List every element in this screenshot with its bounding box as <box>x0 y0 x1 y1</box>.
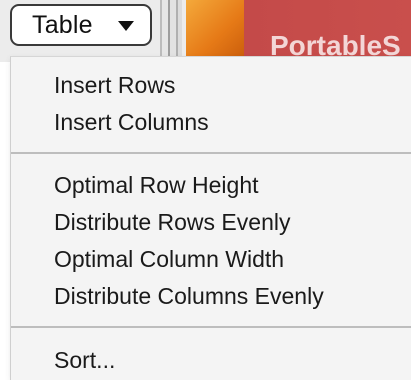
color-swatch-icon <box>186 0 244 56</box>
table-button-label: Table <box>32 10 93 39</box>
menu-separator <box>11 152 411 154</box>
menu-item-distribute-columns-evenly[interactable]: Distribute Columns Evenly <box>54 283 324 310</box>
table-menu-button[interactable]: Table <box>10 4 152 46</box>
table-dropdown-menu: Insert Rows Insert Columns Optimal Row H… <box>10 56 411 380</box>
chevron-down-icon <box>118 21 134 31</box>
menu-item-sort[interactable]: Sort... <box>54 347 115 374</box>
menu-item-distribute-rows-evenly[interactable]: Distribute Rows Evenly <box>54 209 290 236</box>
toolbar: Table PortableS <box>0 0 411 62</box>
menu-item-insert-columns[interactable]: Insert Columns <box>54 109 209 136</box>
app-stage: Table PortableS Insert Rows Insert Colum… <box>0 0 411 380</box>
title-banner: PortableS <box>244 0 411 62</box>
menu-item-insert-rows[interactable]: Insert Rows <box>54 72 175 99</box>
menu-item-optimal-row-height[interactable]: Optimal Row Height <box>54 172 259 199</box>
toolbar-grip-handle[interactable] <box>160 0 182 62</box>
menu-separator <box>11 326 411 328</box>
menu-item-optimal-column-width[interactable]: Optimal Column Width <box>54 246 284 273</box>
